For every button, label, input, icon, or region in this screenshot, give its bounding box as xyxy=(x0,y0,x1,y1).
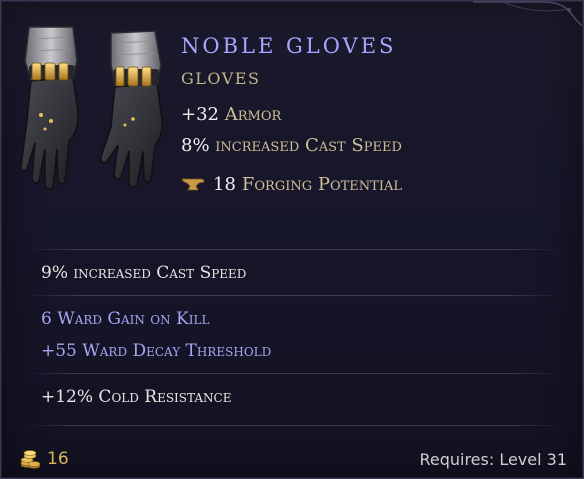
gold-amount: 16 xyxy=(47,449,69,469)
forging-potential: 18 Forging Potential xyxy=(181,174,402,195)
divider xyxy=(23,249,563,250)
gold-coins-icon xyxy=(20,450,41,469)
affix-ward-decay: +55 Ward Decay Threshold xyxy=(41,341,272,361)
affix-ward-gain: 6 Ward Gain on Kill xyxy=(41,309,210,329)
divider xyxy=(23,373,563,374)
item-type: Gloves xyxy=(181,69,261,88)
anvil-icon xyxy=(181,178,205,190)
gold-value: 16 xyxy=(19,448,69,470)
item-name: Noble Gloves xyxy=(181,34,397,58)
affix-cold-resistance: +12% Cold Resistance xyxy=(41,387,232,407)
item-tooltip: Noble Gloves Gloves +32 Armor 8% increas… xyxy=(0,0,584,479)
gloves-icon xyxy=(20,26,163,190)
divider xyxy=(23,295,563,296)
forging-label: Forging Potential xyxy=(241,174,402,195)
implicit-armor: +32 Armor xyxy=(181,104,281,125)
divider xyxy=(23,425,563,426)
implicit-label: increased Cast Speed xyxy=(215,135,402,156)
implicit-value: 8% xyxy=(181,135,210,156)
item-header: Noble Gloves Gloves +32 Armor 8% increas… xyxy=(1,1,583,249)
level-requirement: Requires: Level 31 xyxy=(419,450,567,469)
affix-cast-speed: 9% increased Cast Speed xyxy=(41,263,247,283)
implicit-value: +32 xyxy=(181,104,219,125)
implicit-label: Armor xyxy=(224,104,282,125)
forging-value: 18 xyxy=(213,174,236,195)
implicit-cast-speed: 8% increased Cast Speed xyxy=(181,135,402,156)
